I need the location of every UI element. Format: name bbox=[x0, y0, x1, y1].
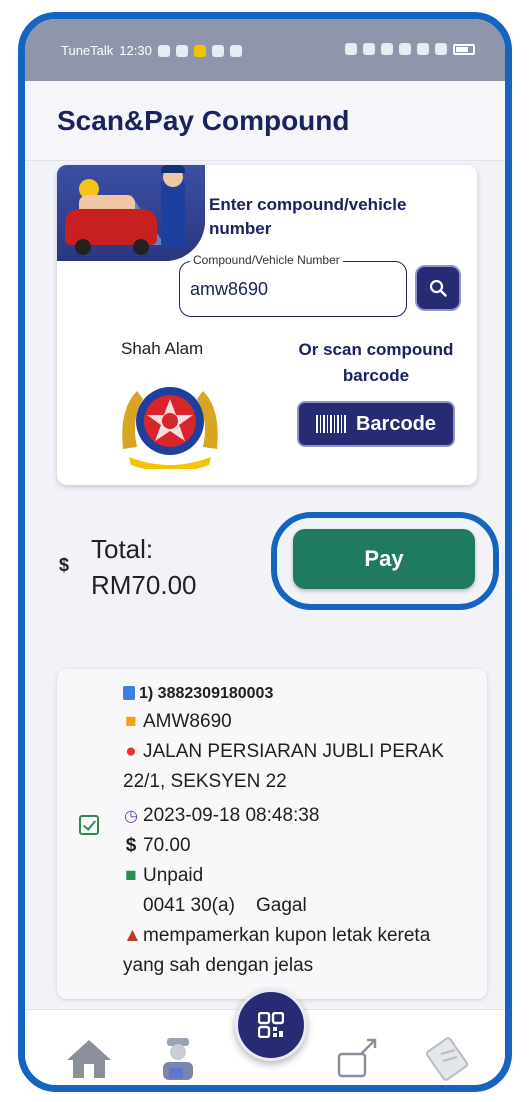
compound-plate: ■ AMW8690 bbox=[123, 707, 232, 737]
compound-id-text: 1) 3882309180003 bbox=[139, 685, 274, 702]
compound-number-field[interactable]: Compound/Vehicle Number bbox=[179, 253, 407, 317]
barcode-button-label: Barcode bbox=[355, 412, 437, 435]
compound-offence: ▲mempamerkan kupon letak kereta yang sah… bbox=[123, 921, 473, 981]
nav-officer[interactable] bbox=[149, 1030, 205, 1085]
time-label: 12:30 bbox=[119, 43, 152, 58]
mute-icon bbox=[381, 43, 393, 55]
battery-icon bbox=[453, 43, 475, 55]
compound-select-checkbox[interactable] bbox=[79, 815, 99, 835]
compound-amount: $70.00 bbox=[123, 831, 191, 861]
compound-datetime-text: 2023-09-18 08:48:38 bbox=[143, 805, 320, 826]
app-notification-icon bbox=[193, 44, 206, 57]
pay-button[interactable]: Pay bbox=[293, 529, 475, 589]
status-bar: TuneTalk 12:30 bbox=[25, 19, 505, 81]
clock-icon: ◷ bbox=[124, 808, 138, 825]
compound-status-text: Unpaid bbox=[143, 865, 204, 886]
wallet-icon bbox=[337, 1038, 377, 1078]
location-pin-icon: ● bbox=[125, 741, 137, 762]
barcode-icon bbox=[315, 415, 346, 433]
qr-code-icon bbox=[258, 1012, 284, 1038]
officer-icon bbox=[163, 1038, 193, 1080]
phone-frame: TuneTalk 12:30 Scan&Pay Compound Enter c… bbox=[18, 12, 512, 1092]
compound-plate-text: AMW8690 bbox=[143, 711, 232, 732]
compound-offence-code-text: 0041 30(a) Gagal bbox=[143, 895, 307, 916]
dollar-icon: $ bbox=[125, 835, 137, 856]
scan-barcode-label: Or scan compound barcode bbox=[298, 340, 454, 385]
compound-offence-code: 0041 30(a) Gagal bbox=[123, 891, 307, 921]
carrier-label: TuneTalk bbox=[61, 43, 114, 58]
notification-icon bbox=[211, 44, 224, 57]
payment-status-icon: ■ bbox=[125, 865, 137, 886]
government-building-icon: ▲ bbox=[123, 925, 142, 946]
instagram-icon bbox=[229, 44, 242, 57]
compound-list-item[interactable]: 1) 3882309180003 ■ AMW8690 ● JALAN PERSIAR… bbox=[57, 669, 487, 999]
enter-number-label: Enter compound/vehicle number bbox=[209, 195, 407, 238]
receipt-icon bbox=[425, 1037, 469, 1081]
compound-location-text: JALAN PERSIARAN JUBLI PERAK 22/1, SEKSYE… bbox=[123, 741, 444, 792]
compound-offence-text: mempamerkan kupon letak kereta yang sah … bbox=[123, 925, 431, 976]
total-label: Total: bbox=[91, 534, 154, 564]
total-amount: RM70.00 bbox=[91, 570, 197, 600]
status-left: TuneTalk 12:30 bbox=[61, 43, 242, 58]
compound-amount-text: 70.00 bbox=[143, 835, 191, 856]
compound-id: 1) 3882309180003 bbox=[123, 679, 273, 709]
search-button[interactable] bbox=[415, 265, 461, 311]
status-right bbox=[345, 43, 475, 55]
compound-datetime: ◷ 2023-09-18 08:48:38 bbox=[123, 801, 319, 832]
page-title: Scan&Pay Compound bbox=[57, 105, 350, 136]
authority-label: Shah Alam bbox=[121, 339, 204, 358]
shah-alam-crest-logo bbox=[122, 387, 218, 469]
nav-receipt[interactable] bbox=[421, 1030, 477, 1085]
compound-number-field-label: Compound/Vehicle Number bbox=[190, 253, 343, 267]
signal-icon bbox=[435, 43, 447, 55]
vibrate-icon bbox=[363, 43, 375, 55]
nav-home[interactable] bbox=[61, 1030, 117, 1085]
volte-icon bbox=[417, 43, 429, 55]
nav-wallet[interactable] bbox=[331, 1030, 387, 1085]
wifi-icon bbox=[399, 43, 411, 55]
car-icon: ■ bbox=[125, 711, 137, 732]
compound-number-input[interactable] bbox=[190, 274, 390, 304]
search-icon bbox=[429, 279, 447, 297]
document-icon bbox=[123, 686, 135, 700]
traffic-officer-illustration bbox=[57, 165, 205, 261]
whatsapp-icon bbox=[157, 44, 170, 57]
compound-location: ● JALAN PERSIARAN JUBLI PERAK 22/1, SEKSY… bbox=[123, 737, 473, 797]
compound-status: ■ Unpaid bbox=[123, 861, 203, 891]
scan-qr-button[interactable] bbox=[235, 989, 307, 1061]
lookup-card: Enter compound/vehicle number Compound/V… bbox=[57, 165, 477, 485]
nfc-icon bbox=[345, 43, 357, 55]
home-icon bbox=[67, 1040, 111, 1078]
app-header: Scan&Pay Compound bbox=[25, 81, 505, 161]
dollar-icon: $ bbox=[59, 555, 70, 575]
barcode-button[interactable]: Barcode bbox=[297, 401, 455, 447]
facebook-icon bbox=[175, 44, 188, 57]
